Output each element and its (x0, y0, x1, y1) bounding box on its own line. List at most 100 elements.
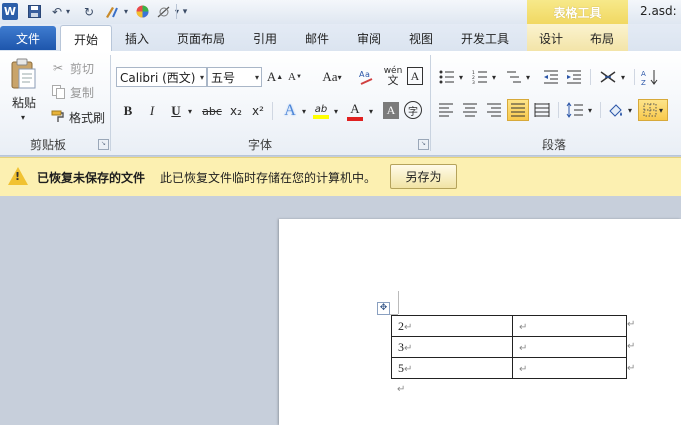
copy-icon[interactable] (50, 84, 66, 100)
table-cell[interactable]: 5↵ (391, 357, 513, 379)
format-tools-icon[interactable] (103, 3, 121, 20)
font-color-dropdown-icon[interactable]: ▾ (366, 101, 376, 121)
multilevel-list-icon[interactable] (505, 68, 523, 86)
bold-button[interactable]: B (118, 101, 138, 121)
font-launcher-icon[interactable]: ↘ (418, 139, 429, 150)
undo-dropdown-icon[interactable]: ▾ (63, 3, 73, 20)
shading-dropdown-icon[interactable]: ▾ (625, 101, 635, 119)
shading-icon[interactable] (606, 100, 626, 120)
svg-text:Z: Z (641, 79, 646, 86)
tab-page-layout[interactable]: 页面布局 (168, 27, 234, 50)
font-size-value: 五号 (211, 70, 236, 85)
text-effects-dropdown-icon[interactable]: ▾ (299, 101, 309, 121)
font-name-combo[interactable]: Calibri (西文) ▾ (116, 67, 207, 87)
toolbar-separator (176, 4, 177, 19)
tab-mailings[interactable]: 邮件 (292, 27, 342, 50)
word-app-icon[interactable]: W (2, 3, 18, 20)
highlight-dropdown-icon[interactable]: ▾ (331, 101, 341, 121)
cut-icon[interactable]: ✂ (50, 60, 66, 76)
align-left-icon[interactable] (437, 101, 455, 119)
toolbar-separator (600, 102, 601, 118)
table-cell[interactable]: ↵ (512, 357, 627, 379)
table-cell[interactable]: 3↵ (391, 336, 513, 358)
clear-format-button[interactable]: Aa (357, 66, 377, 88)
sort-icon[interactable]: AZ (640, 67, 660, 87)
superscript-button[interactable]: x² (248, 101, 268, 121)
redo-icon[interactable]: ↻ (82, 3, 96, 20)
table-cell[interactable]: ↵ (512, 336, 627, 358)
font-size-dropdown-icon[interactable]: ▾ (255, 73, 259, 82)
table-cell[interactable]: 2↵ (391, 315, 513, 337)
paste-button[interactable]: 粘贴 (8, 94, 40, 110)
eraser-icon[interactable] (156, 3, 172, 20)
table-row: 3↵ ↵ (391, 336, 627, 358)
increase-indent-icon[interactable] (565, 68, 583, 86)
format-painter-button[interactable]: 格式刷 (67, 109, 107, 125)
change-case-button[interactable]: Aa ▾ (318, 67, 346, 87)
cut-button[interactable]: 剪切 (67, 60, 97, 76)
customize-toolbar-icon[interactable]: ▾ (180, 3, 190, 20)
character-shading-button[interactable]: A (383, 102, 399, 119)
undo-icon[interactable]: ↶ (50, 3, 64, 20)
strikethrough-button[interactable]: abc (200, 101, 224, 121)
table-cell[interactable]: ↵ (512, 315, 627, 337)
document-table[interactable]: 2↵ ↵ 3↵ ↵ 5↵ ↵ (391, 315, 627, 379)
bullets-icon[interactable] (438, 68, 456, 86)
decrease-indent-icon[interactable] (542, 68, 560, 86)
row-end-mark: ↵ (627, 341, 636, 352)
color-palette-icon[interactable] (134, 3, 150, 20)
borders-icon[interactable]: ▾ (638, 99, 668, 121)
table-move-handle-icon[interactable]: ✥ (377, 302, 390, 315)
tab-view[interactable]: 视图 (396, 27, 446, 50)
save-as-button[interactable]: 另存为 (390, 164, 457, 189)
justify-icon[interactable] (507, 99, 529, 121)
document-title: 2.asd: 2 (640, 4, 681, 18)
font-name-value: Calibri (西文) (120, 70, 196, 85)
table-row: 5↵ ↵ (391, 357, 627, 379)
underline-dropdown-icon[interactable]: ▾ (185, 101, 195, 121)
chinese-layout-dropdown-icon[interactable]: ▾ (618, 68, 628, 86)
underline-button[interactable]: U (166, 101, 186, 121)
chinese-layout-icon[interactable] (598, 68, 618, 86)
tab-references[interactable]: 引用 (240, 27, 290, 50)
copy-button[interactable]: 复制 (67, 84, 97, 100)
tab-insert[interactable]: 插入 (112, 27, 162, 50)
phonetic-guide-button[interactable]: wén 文 (381, 64, 405, 88)
numbering-icon[interactable]: 123 (471, 68, 489, 86)
grow-font-button[interactable]: A ▲ (266, 67, 284, 87)
align-right-icon[interactable] (485, 101, 503, 119)
font-size-combo[interactable]: 五号 ▾ (207, 67, 262, 87)
tab-table-layout[interactable]: 布局 (578, 27, 626, 50)
multilevel-dropdown-icon[interactable]: ▾ (523, 68, 533, 86)
tab-file[interactable]: 文件 (0, 26, 56, 50)
save-icon[interactable] (26, 3, 42, 20)
font-name-dropdown-icon[interactable]: ▾ (200, 73, 204, 82)
shrink-font-button[interactable]: A ▼ (286, 67, 304, 87)
text-effects-button[interactable]: A (280, 100, 300, 122)
character-border-button[interactable]: A (407, 67, 423, 85)
bullets-dropdown-icon[interactable]: ▾ (456, 68, 466, 86)
line-spacing-dropdown-icon[interactable]: ▾ (585, 101, 595, 119)
format-painter-icon[interactable] (50, 109, 66, 125)
font-color-button[interactable]: A (345, 100, 365, 122)
toolbar-separator (634, 69, 635, 85)
italic-button[interactable]: I (142, 101, 162, 121)
subscript-button[interactable]: x₂ (226, 101, 246, 121)
row-end-mark: ↵ (627, 319, 636, 330)
tab-home[interactable]: 开始 (60, 25, 112, 53)
line-spacing-icon[interactable] (565, 100, 585, 120)
toolbar-separator (558, 102, 559, 118)
group-separator (430, 55, 431, 151)
paste-icon[interactable] (6, 57, 40, 91)
highlight-button[interactable]: ab (311, 100, 331, 122)
align-center-icon[interactable] (461, 101, 479, 119)
format-dropdown-icon[interactable]: ▾ (121, 3, 131, 20)
tab-developer[interactable]: 开发工具 (452, 27, 518, 50)
clipboard-launcher-icon[interactable]: ↘ (98, 139, 109, 150)
paste-dropdown-icon[interactable]: ▾ (18, 112, 28, 122)
distributed-icon[interactable] (533, 101, 551, 119)
tab-review[interactable]: 审阅 (344, 27, 394, 50)
numbering-dropdown-icon[interactable]: ▾ (489, 68, 499, 86)
enclose-characters-button[interactable]: 字 (404, 101, 422, 119)
tab-table-design[interactable]: 设计 (527, 27, 575, 50)
